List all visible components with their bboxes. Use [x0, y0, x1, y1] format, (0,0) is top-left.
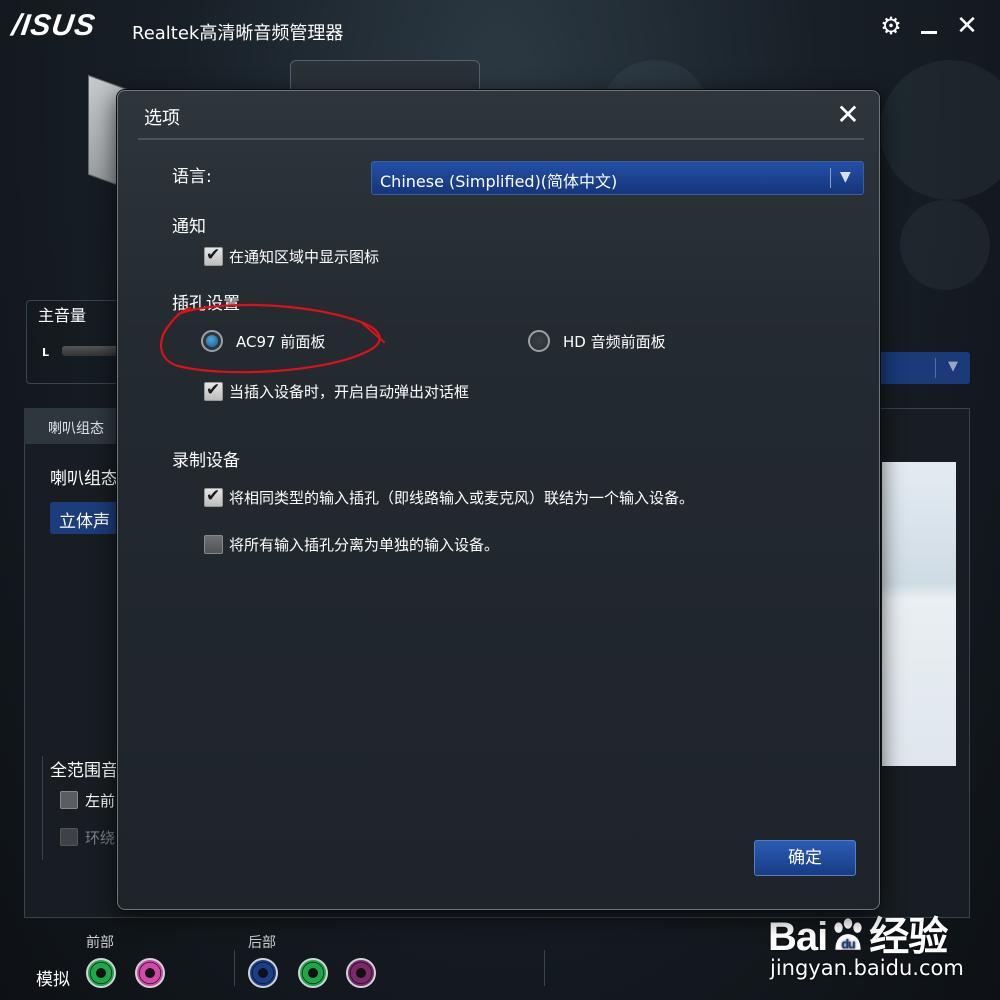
main-volume-label: 主音量 [38, 306, 87, 325]
divider [234, 950, 235, 986]
rear-blue-jack-icon[interactable] [248, 958, 278, 988]
rear-jacks-label: 后部 [248, 935, 276, 951]
main-volume-slider[interactable] [62, 346, 120, 356]
tab-speaker-config-label: 喇叭组态 [48, 421, 104, 437]
auto-popup-checkbox[interactable] [204, 380, 223, 401]
language-select-value: Chinese (Simplified)(简体中文) [380, 172, 618, 191]
asus-logo: /ISUS [9, 9, 98, 42]
stereo-dropdown-label: 立体声 [59, 512, 110, 532]
surround-checkbox[interactable] [60, 828, 78, 846]
svg-text:du: du [842, 938, 856, 952]
volume-channel-label: L [42, 346, 50, 359]
device-dropdown[interactable] [878, 352, 970, 384]
notification-section-label: 通知 [172, 217, 206, 237]
front-checkbox[interactable] [60, 791, 78, 809]
rear-purple-jack-icon[interactable] [346, 958, 376, 988]
recording-device-section-label: 录制设备 [172, 451, 240, 471]
combine-inputs-label: 将相同类型的输入插孔（即线路输入或麦克风）联结为一个输入设备。 [229, 489, 695, 507]
background-bokeh [880, 60, 1000, 200]
paw-icon: du [834, 918, 862, 952]
speaker-config-label: 喇叭组态 [50, 469, 118, 489]
front-jacks-label: 前部 [86, 935, 114, 951]
front-checkbox-label: 左前 [85, 792, 116, 810]
jack-settings-section-label: 插孔设置 [172, 294, 240, 314]
dialog-close-icon[interactable]: ✕ [834, 101, 862, 129]
minimize-icon[interactable] [915, 12, 943, 40]
analog-label: 模拟 [36, 970, 70, 990]
surround-checkbox-label: 环绕 [85, 829, 116, 847]
separate-inputs-label: 将所有输入插孔分离为单独的输入设备。 [229, 536, 500, 554]
speaker-preview [882, 462, 956, 766]
full-range-label: 全范围音 [50, 761, 118, 781]
ok-button[interactable]: 确定 [754, 840, 856, 876]
rear-green-jack-icon[interactable] [298, 958, 328, 988]
show-tray-icon-checkbox[interactable] [204, 245, 223, 266]
language-select-divider [830, 168, 831, 188]
background-bokeh [900, 200, 990, 290]
show-tray-icon-label: 在通知区域中显示图标 [229, 248, 380, 266]
divider [544, 950, 545, 986]
baidu-watermark-logo: Bai du 经验 [768, 904, 948, 962]
chevron-down-icon[interactable]: ▼ [840, 169, 851, 185]
baidu-watermark-text-right: 经验 [869, 915, 948, 959]
gear-icon[interactable]: ⚙ [877, 12, 905, 40]
ac97-front-panel-radio[interactable] [201, 330, 223, 352]
dialog-title: 选项 [144, 108, 180, 129]
divider [42, 756, 43, 860]
baidu-watermark-url: jingyan.baidu.com [770, 956, 964, 980]
separate-inputs-checkbox[interactable] [204, 535, 223, 554]
auto-popup-label: 当插入设备时，开启自动弹出对话框 [229, 383, 470, 401]
ac97-front-panel-label: AC97 前面板 [236, 333, 326, 351]
hd-audio-front-panel-label: HD 音频前面板 [563, 333, 666, 351]
title-bar: /ISUS Realtek高清晰音频管理器 ⚙ ✕ [0, 0, 1000, 60]
close-icon[interactable]: ✕ [953, 12, 981, 40]
app-title: Realtek高清晰音频管理器 [132, 23, 344, 44]
combine-inputs-checkbox[interactable] [204, 486, 223, 507]
dialog-divider [138, 138, 864, 140]
language-label: 语言: [172, 167, 212, 187]
front-green-jack-icon[interactable] [86, 958, 116, 988]
front-pink-jack-icon[interactable] [135, 958, 165, 988]
baidu-watermark-text-left: Bai [768, 915, 828, 959]
hd-audio-front-panel-radio[interactable] [528, 330, 550, 352]
